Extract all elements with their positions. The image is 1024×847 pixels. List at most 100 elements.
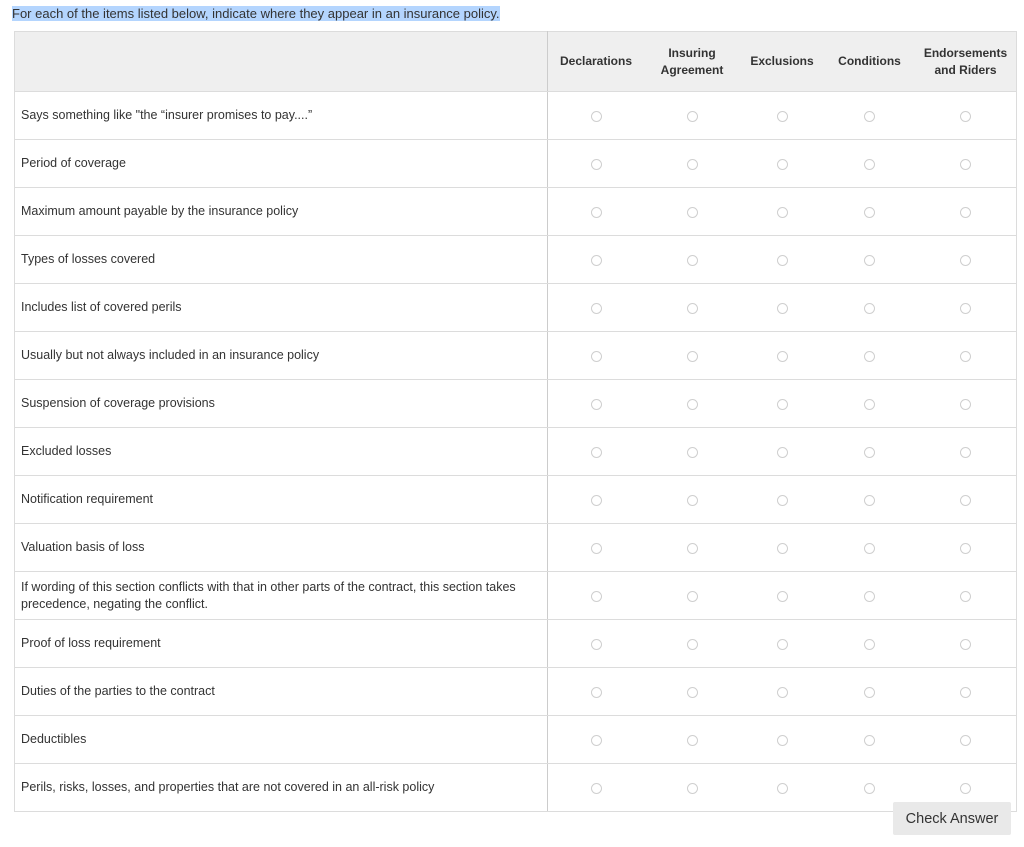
radio-button-conditions[interactable] <box>864 206 875 218</box>
radio-button-exclusions[interactable] <box>776 734 788 746</box>
option-cell-exclusions[interactable] <box>740 427 824 476</box>
radio-button-declarations[interactable] <box>590 494 602 506</box>
radio-button-exclusions[interactable] <box>776 446 788 458</box>
radio-button-declarations[interactable] <box>590 206 602 218</box>
radio-button-endorsements-and-riders[interactable] <box>960 638 971 650</box>
option-cell-exclusions[interactable] <box>740 475 824 524</box>
option-cell-insuring-agreement[interactable] <box>644 619 740 668</box>
option-cell-endorsements-and-riders[interactable] <box>915 475 1017 524</box>
check-answer-button[interactable]: Check Answer <box>893 802 1011 835</box>
option-cell-conditions[interactable] <box>824 187 915 236</box>
option-cell-insuring-agreement[interactable] <box>644 763 740 812</box>
option-cell-exclusions[interactable] <box>740 571 824 620</box>
option-cell-conditions[interactable] <box>824 619 915 668</box>
radio-button-exclusions[interactable] <box>776 590 788 602</box>
radio-button-insuring-agreement[interactable] <box>686 590 698 602</box>
radio-button-insuring-agreement[interactable] <box>686 734 698 746</box>
radio-button-declarations[interactable] <box>590 782 602 794</box>
radio-button-exclusions[interactable] <box>776 782 788 794</box>
radio-button-insuring-agreement[interactable] <box>686 350 698 362</box>
radio-button-endorsements-and-riders[interactable] <box>960 446 971 458</box>
radio-button-conditions[interactable] <box>864 494 875 506</box>
radio-button-insuring-agreement[interactable] <box>686 110 698 122</box>
radio-button-exclusions[interactable] <box>776 638 788 650</box>
radio-button-exclusions[interactable] <box>776 398 788 410</box>
option-cell-endorsements-and-riders[interactable] <box>915 427 1017 476</box>
option-cell-exclusions[interactable] <box>740 187 824 236</box>
option-cell-declarations[interactable] <box>547 379 644 428</box>
option-cell-exclusions[interactable] <box>740 283 824 332</box>
option-cell-conditions[interactable] <box>824 427 915 476</box>
option-cell-exclusions[interactable] <box>740 667 824 716</box>
radio-button-declarations[interactable] <box>590 302 602 314</box>
option-cell-insuring-agreement[interactable] <box>644 187 740 236</box>
option-cell-conditions[interactable] <box>824 523 915 572</box>
option-cell-declarations[interactable] <box>547 523 644 572</box>
option-cell-insuring-agreement[interactable] <box>644 331 740 380</box>
radio-button-conditions[interactable] <box>864 734 875 746</box>
radio-button-exclusions[interactable] <box>776 206 788 218</box>
option-cell-conditions[interactable] <box>824 571 915 620</box>
radio-button-declarations[interactable] <box>590 350 602 362</box>
radio-button-endorsements-and-riders[interactable] <box>960 398 971 410</box>
radio-button-exclusions[interactable] <box>776 110 788 122</box>
option-cell-insuring-agreement[interactable] <box>644 235 740 284</box>
option-cell-exclusions[interactable] <box>740 619 824 668</box>
radio-button-declarations[interactable] <box>590 110 602 122</box>
radio-button-insuring-agreement[interactable] <box>686 782 698 794</box>
radio-button-endorsements-and-riders[interactable] <box>960 686 971 698</box>
option-cell-exclusions[interactable] <box>740 235 824 284</box>
option-cell-endorsements-and-riders[interactable] <box>915 283 1017 332</box>
radio-button-insuring-agreement[interactable] <box>686 398 698 410</box>
radio-button-endorsements-and-riders[interactable] <box>960 782 971 794</box>
radio-button-conditions[interactable] <box>864 398 875 410</box>
option-cell-conditions[interactable] <box>824 715 915 764</box>
radio-button-insuring-agreement[interactable] <box>686 446 698 458</box>
radio-button-declarations[interactable] <box>590 590 602 602</box>
radio-button-insuring-agreement[interactable] <box>686 206 698 218</box>
radio-button-exclusions[interactable] <box>776 494 788 506</box>
radio-button-declarations[interactable] <box>590 734 602 746</box>
option-cell-insuring-agreement[interactable] <box>644 571 740 620</box>
option-cell-conditions[interactable] <box>824 379 915 428</box>
radio-button-exclusions[interactable] <box>776 542 788 554</box>
radio-button-endorsements-and-riders[interactable] <box>960 542 971 554</box>
option-cell-insuring-agreement[interactable] <box>644 715 740 764</box>
radio-button-conditions[interactable] <box>864 446 875 458</box>
option-cell-endorsements-and-riders[interactable] <box>915 91 1017 140</box>
option-cell-insuring-agreement[interactable] <box>644 139 740 188</box>
radio-button-endorsements-and-riders[interactable] <box>960 350 971 362</box>
option-cell-conditions[interactable] <box>824 475 915 524</box>
radio-button-endorsements-and-riders[interactable] <box>960 590 971 602</box>
radio-button-insuring-agreement[interactable] <box>686 302 698 314</box>
option-cell-declarations[interactable] <box>547 331 644 380</box>
radio-button-conditions[interactable] <box>864 254 875 266</box>
radio-button-declarations[interactable] <box>590 158 602 170</box>
radio-button-insuring-agreement[interactable] <box>686 686 698 698</box>
option-cell-endorsements-and-riders[interactable] <box>915 187 1017 236</box>
option-cell-declarations[interactable] <box>547 715 644 764</box>
option-cell-insuring-agreement[interactable] <box>644 379 740 428</box>
radio-button-exclusions[interactable] <box>776 686 788 698</box>
radio-button-endorsements-and-riders[interactable] <box>960 734 971 746</box>
option-cell-declarations[interactable] <box>547 475 644 524</box>
radio-button-declarations[interactable] <box>590 254 602 266</box>
option-cell-endorsements-and-riders[interactable] <box>915 523 1017 572</box>
radio-button-conditions[interactable] <box>864 782 875 794</box>
option-cell-declarations[interactable] <box>547 187 644 236</box>
radio-button-exclusions[interactable] <box>776 254 788 266</box>
radio-button-endorsements-and-riders[interactable] <box>960 254 971 266</box>
option-cell-exclusions[interactable] <box>740 763 824 812</box>
option-cell-declarations[interactable] <box>547 619 644 668</box>
option-cell-declarations[interactable] <box>547 139 644 188</box>
radio-button-conditions[interactable] <box>864 590 875 602</box>
option-cell-insuring-agreement[interactable] <box>644 91 740 140</box>
radio-button-exclusions[interactable] <box>776 350 788 362</box>
option-cell-insuring-agreement[interactable] <box>644 427 740 476</box>
option-cell-endorsements-and-riders[interactable] <box>915 331 1017 380</box>
option-cell-conditions[interactable] <box>824 283 915 332</box>
radio-button-conditions[interactable] <box>864 110 875 122</box>
radio-button-conditions[interactable] <box>864 686 875 698</box>
option-cell-insuring-agreement[interactable] <box>644 475 740 524</box>
option-cell-endorsements-and-riders[interactable] <box>915 571 1017 620</box>
